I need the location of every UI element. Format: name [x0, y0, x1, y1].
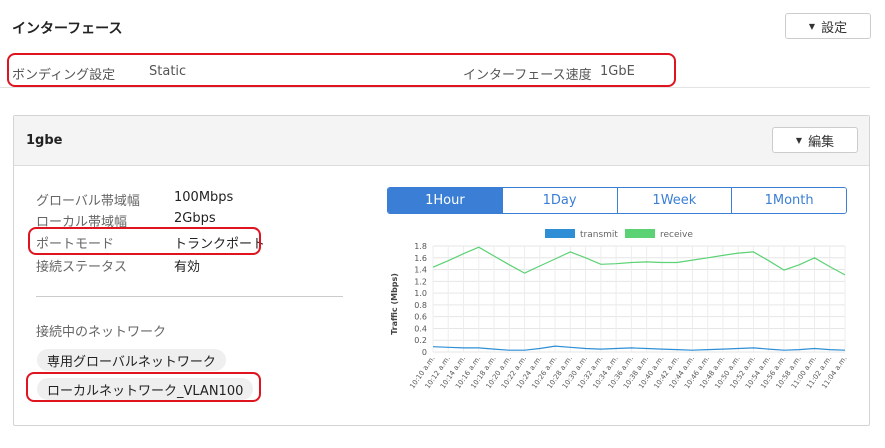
chart-legend: transmit receive: [545, 229, 693, 240]
interface-speed-label: インターフェース速度: [463, 68, 592, 83]
panel-title: 1gbe: [26, 133, 63, 148]
port-mode-value: トランクポート: [174, 237, 266, 252]
legend-label-transmit: transmit: [580, 230, 618, 240]
y-axis-label: Traffic (Mbps): [390, 273, 399, 335]
y-tick-label: 1.6: [414, 254, 427, 263]
caret-down-icon: ▼: [795, 135, 803, 145]
port-mode-label: ポートモード: [36, 237, 115, 252]
connected-networks-label: 接続中のネットワーク: [36, 325, 167, 340]
panel-header: 1gbe: [14, 116, 869, 166]
y-tick-label: 0.4: [414, 324, 427, 333]
interface-summary-row: ボンディング設定 Static インターフェース速度 1GbE: [0, 56, 870, 88]
y-tick-label: 1.8: [414, 242, 427, 251]
legend-label-receive: receive: [660, 230, 693, 240]
settings-button[interactable]: ▼ 設定: [785, 13, 871, 39]
edit-button[interactable]: ▼ 編集: [772, 127, 858, 153]
divider: [36, 296, 343, 297]
y-tick-label: 1.0: [414, 289, 427, 298]
edit-button-label: 編集: [808, 134, 835, 150]
page-title: インターフェース: [12, 21, 123, 37]
settings-button-label: 設定: [821, 20, 848, 36]
interface-speed-value: 1GbE: [600, 64, 635, 79]
tab-1week[interactable]: 1Week: [617, 188, 733, 213]
network-chip[interactable]: ローカルネットワーク_VLAN100: [37, 378, 254, 400]
y-tick-label: 0.6: [414, 313, 427, 322]
series-line-receive: [432, 246, 846, 276]
network-chip[interactable]: 専用グローバルネットワーク: [37, 349, 226, 371]
local-bandwidth-value: 2Gbps: [174, 211, 216, 226]
caret-down-icon: ▼: [808, 21, 816, 31]
tab-1day[interactable]: 1Day: [502, 188, 618, 213]
global-bandwidth-label: グローバル帯域幅: [36, 194, 140, 209]
tab-1month[interactable]: 1Month: [732, 188, 846, 213]
connection-status-label: 接続ステータス: [36, 260, 128, 275]
legend-swatch-transmit: [545, 229, 575, 238]
tab-1hour[interactable]: 1Hour: [388, 188, 503, 213]
legend-swatch-receive: [625, 229, 655, 238]
y-tick-label: 1.4: [414, 266, 427, 275]
y-tick-label: 0: [422, 348, 427, 357]
bonding-label: ボンディング設定: [12, 68, 116, 83]
connection-status-value: 有効: [174, 260, 201, 275]
y-tick-label: 0.8: [414, 301, 427, 310]
y-tick-label: 0.2: [414, 336, 427, 345]
global-bandwidth-value: 100Mbps: [174, 190, 234, 205]
local-bandwidth-label: ローカル帯域幅: [36, 215, 128, 230]
y-tick-label: 1.2: [414, 277, 427, 286]
series-line-transmit: [432, 345, 846, 351]
time-range-tabs: 1Hour 1Day 1Week 1Month: [387, 187, 847, 214]
traffic-chart: transmit receive Traffic (Mbps) 0 0.2 0.4 0…: [390, 229, 849, 390]
bonding-value: Static: [149, 64, 187, 79]
